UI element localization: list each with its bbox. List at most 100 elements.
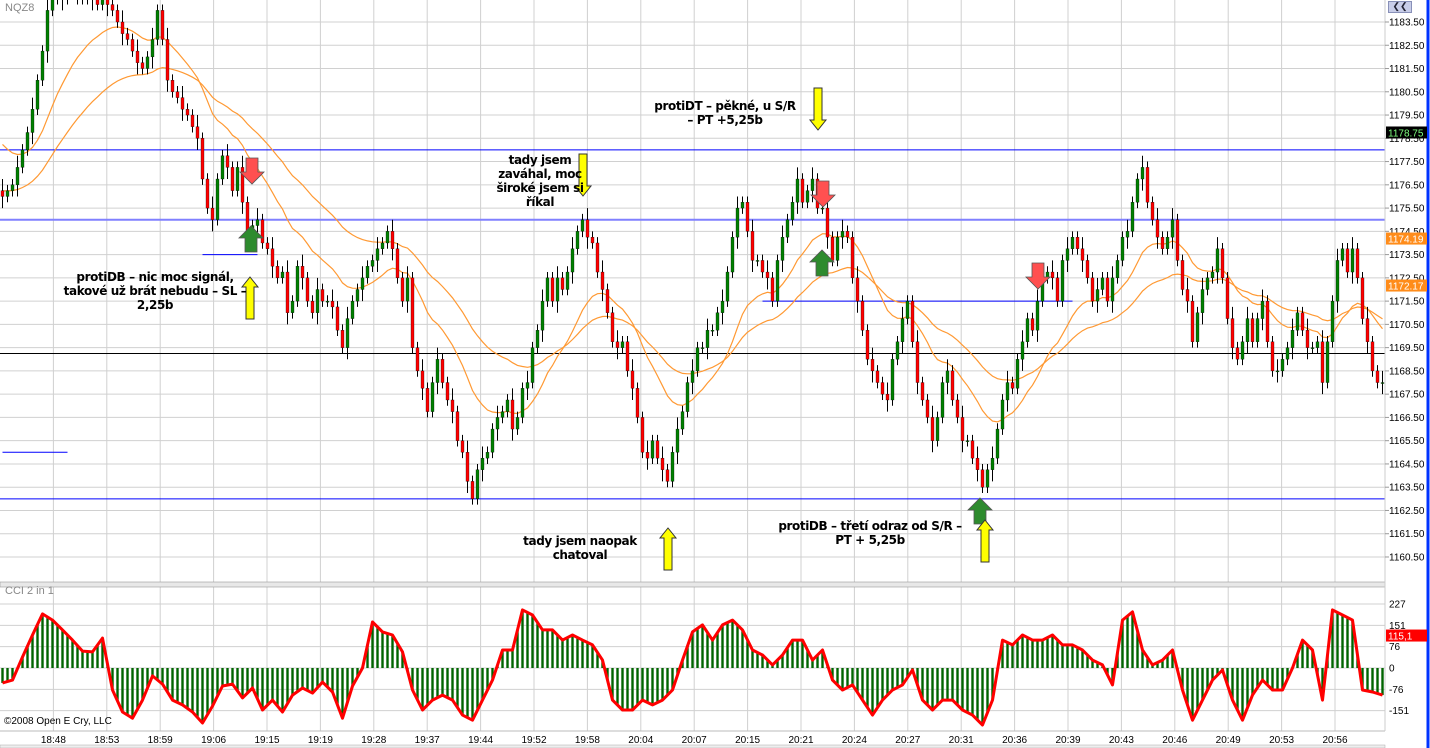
candle-body bbox=[1200, 289, 1205, 313]
candle bbox=[295, 260, 300, 307]
cci-bar bbox=[206, 668, 209, 715]
candle-body bbox=[10, 184, 15, 191]
candle-body bbox=[375, 248, 380, 261]
candle bbox=[730, 231, 735, 278]
annotation-line: protiDB – nic moc signál, bbox=[76, 270, 234, 284]
cci-bar bbox=[431, 668, 434, 701]
candle-body bbox=[615, 341, 620, 348]
candle-body bbox=[710, 330, 715, 332]
candle-body bbox=[995, 428, 1000, 459]
cci-bar bbox=[426, 668, 429, 706]
cci-bar bbox=[301, 668, 304, 689]
cci-bar bbox=[891, 668, 894, 690]
candle-body bbox=[195, 126, 200, 139]
price-tick-label: 1169.50 bbox=[1389, 343, 1425, 354]
candle-body bbox=[585, 219, 590, 238]
candle bbox=[595, 237, 600, 278]
cci-bar bbox=[1271, 668, 1274, 690]
cci-bar bbox=[76, 645, 79, 668]
candle bbox=[1355, 242, 1360, 284]
cci-bar bbox=[231, 668, 234, 685]
cci-bar bbox=[211, 668, 214, 707]
candle-body bbox=[95, 0, 100, 5]
candle-body bbox=[1120, 237, 1125, 261]
candle-body bbox=[1025, 318, 1030, 342]
candle-body bbox=[1365, 318, 1370, 342]
candle-body bbox=[1090, 277, 1095, 302]
candle bbox=[430, 376, 435, 418]
candle-body bbox=[1060, 260, 1065, 302]
annotation-protidt-pt: protiDT – pěkné, u S/R – PT +5,25b bbox=[640, 99, 810, 127]
candle-body bbox=[600, 271, 605, 290]
cci-bar bbox=[511, 649, 514, 668]
candle-body bbox=[1235, 347, 1240, 360]
candle-body bbox=[370, 260, 375, 267]
candle-body bbox=[420, 370, 425, 389]
candle-body bbox=[885, 394, 890, 401]
candle-body bbox=[1180, 260, 1185, 290]
cci-bar bbox=[1346, 617, 1349, 668]
cci-bar bbox=[1366, 668, 1369, 691]
cci-bar bbox=[1381, 668, 1384, 696]
candle-body bbox=[155, 10, 160, 40]
cci-bar bbox=[1041, 640, 1044, 668]
candle-body bbox=[570, 248, 575, 273]
candle-body bbox=[975, 457, 980, 470]
candle-body bbox=[135, 50, 140, 63]
collapse-panel-button[interactable]: ❮❮ bbox=[1388, 1, 1412, 13]
candle-body bbox=[560, 277, 565, 290]
price-tick-label: 1181.50 bbox=[1389, 64, 1425, 75]
cci-bar bbox=[586, 642, 589, 668]
candle-body bbox=[210, 207, 215, 220]
annotation-line: protiDB – třetí odraz od S/R – bbox=[778, 519, 962, 533]
cci-bar bbox=[126, 668, 129, 716]
candle-body bbox=[870, 359, 875, 372]
cci-bar bbox=[651, 668, 654, 705]
price-tick-label: 1179.50 bbox=[1389, 111, 1425, 122]
candle-body bbox=[140, 62, 145, 69]
candle-body bbox=[335, 306, 340, 331]
cci-bar bbox=[1376, 668, 1379, 694]
candle-body bbox=[395, 248, 400, 279]
cci-bar bbox=[886, 668, 889, 696]
cci-bar bbox=[226, 668, 229, 686]
cci-tick-label: 227 bbox=[1389, 599, 1406, 610]
candle-body bbox=[205, 178, 210, 209]
candle-body bbox=[310, 300, 315, 313]
candle-body bbox=[895, 341, 900, 360]
time-tick-label: 20:21 bbox=[788, 735, 813, 746]
candle-body bbox=[1175, 219, 1180, 261]
candle-body bbox=[180, 97, 185, 110]
annotation-line: tady jsem naopak bbox=[523, 534, 637, 548]
candle bbox=[1330, 295, 1335, 348]
price-tick-label: 1176.50 bbox=[1389, 180, 1425, 191]
price-tick-label: 1163.50 bbox=[1389, 483, 1425, 494]
annotation-line: – PT +5,25b bbox=[687, 113, 763, 127]
cci-bar bbox=[241, 668, 244, 698]
candle-body bbox=[350, 300, 355, 319]
cci-bar bbox=[436, 668, 439, 698]
candle-body bbox=[860, 300, 865, 331]
cci-bar bbox=[871, 668, 874, 716]
candle-body bbox=[765, 271, 770, 279]
price-tick-label: 1182.50 bbox=[1389, 41, 1425, 52]
cci-bar bbox=[291, 668, 294, 696]
candle-body bbox=[725, 271, 730, 302]
candle-body bbox=[1145, 167, 1150, 203]
candle-body bbox=[200, 138, 205, 180]
candle-body bbox=[540, 300, 545, 331]
candle-body bbox=[190, 114, 195, 127]
candle-body bbox=[1250, 318, 1255, 342]
candle-body bbox=[680, 411, 685, 430]
candle-body bbox=[1290, 330, 1295, 348]
time-tick-label: 20:43 bbox=[1109, 735, 1134, 746]
cci-bar bbox=[696, 628, 699, 668]
time-tick-label: 20:53 bbox=[1269, 735, 1294, 746]
candle-body bbox=[345, 318, 350, 348]
cci-bar bbox=[736, 624, 739, 668]
candle-body bbox=[515, 417, 520, 430]
candle-body bbox=[1355, 248, 1360, 279]
candle-body bbox=[770, 277, 775, 302]
candle-body bbox=[1245, 318, 1250, 342]
price-tick-label: 1160.50 bbox=[1389, 552, 1425, 563]
